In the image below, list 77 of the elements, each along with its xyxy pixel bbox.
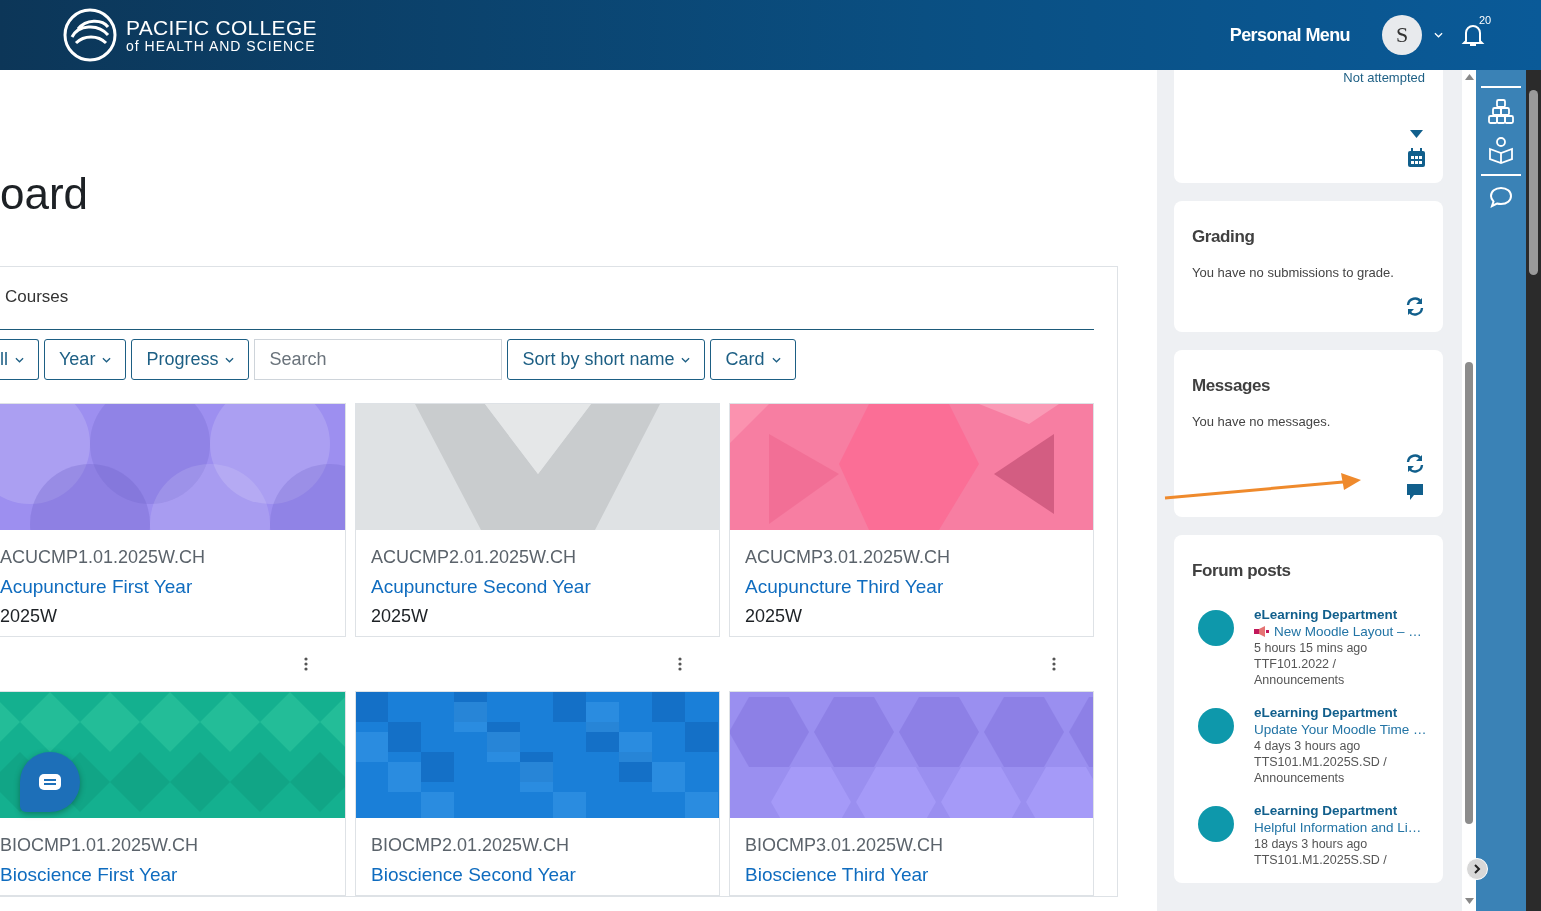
personal-menu-link[interactable]: Personal Menu: [1229, 24, 1350, 46]
block-title: Forum posts: [1192, 561, 1292, 581]
megaphone-icon: [1254, 626, 1270, 637]
course-term: 2025W: [0, 606, 59, 627]
message-icon[interactable]: [1406, 483, 1424, 501]
course-code: BIOCMP2.01.2025W.CH: [371, 835, 571, 856]
block-title: Messages: [1192, 376, 1272, 396]
course-name: TTF101.2022 /: [1254, 657, 1337, 671]
filter-dropdown[interactable]: Card: [710, 339, 796, 380]
reader-icon[interactable]: [1487, 136, 1515, 164]
caret-icon: [1434, 32, 1443, 38]
course-link[interactable]: Acupuncture Third Year: [745, 576, 1078, 598]
course-code: ACUCMP2.01.2025W.CH: [371, 547, 578, 568]
notification-count: 20: [1479, 14, 1492, 26]
logo-icon[interactable]: [62, 7, 118, 63]
scrollbar-thumb[interactable]: [1465, 362, 1473, 824]
post-time: 18 days 3 hours ago: [1254, 837, 1369, 851]
scrollbar-thumb[interactable]: [1529, 90, 1538, 275]
block-title: Grading: [1192, 227, 1256, 247]
course-link[interactable]: Bioscience Second Year: [371, 864, 704, 886]
post-time: 5 hours 15 mins ago: [1254, 641, 1369, 655]
panel-title: Courses: [0, 287, 1094, 330]
author-link[interactable]: eLearning Department: [1254, 803, 1424, 818]
more-icon[interactable]: [1052, 657, 1056, 671]
course-term: 2025W: [371, 606, 430, 627]
course-code: ACUCMP1.01.2025W.CH: [0, 547, 207, 568]
forum-name: Announcements: [1254, 771, 1346, 785]
status-text: Not attempted: [1343, 70, 1425, 85]
caret-icon: [15, 356, 24, 363]
block-text: You have no submissions to grade.: [1192, 265, 1395, 280]
course-link[interactable]: Acupuncture Second Year: [371, 576, 704, 598]
filter-dropdown[interactable]: ll: [0, 339, 39, 380]
author-link[interactable]: eLearning Department: [1254, 705, 1424, 720]
course-term: 2025W: [745, 606, 804, 627]
caret-icon[interactable]: [1410, 130, 1423, 138]
message-icon: [38, 773, 62, 791]
caret-icon: [681, 356, 691, 363]
search-field[interactable]: Search: [254, 339, 503, 380]
page-title: oard: [0, 168, 90, 220]
course-link[interactable]: Bioscience First Year: [0, 864, 330, 886]
block-text: You have no messages.: [1192, 414, 1332, 429]
post-time: 4 days 3 hours ago: [1254, 739, 1362, 753]
filter-dropdown[interactable]: Year: [44, 339, 127, 380]
avatar: [1198, 610, 1234, 646]
course-code: ACUCMP3.01.2025W.CH: [745, 547, 952, 568]
chat-icon[interactable]: [1489, 186, 1513, 208]
caret-icon: [771, 356, 781, 363]
course-name: TTS101.M1.2025S.SD /: [1254, 853, 1388, 867]
forum-name: Announcements: [1254, 673, 1346, 687]
avatar: [1198, 806, 1234, 842]
more-icon[interactable]: [304, 657, 308, 671]
refresh-icon[interactable]: [1405, 454, 1425, 473]
calendar-icon[interactable]: [1408, 148, 1425, 167]
more-icon[interactable]: [678, 657, 682, 671]
scroll-up-icon[interactable]: [1465, 74, 1474, 80]
avatar: [1198, 708, 1234, 744]
filter-dropdown[interactable]: Sort by short name: [507, 339, 706, 380]
chevron-icon: [1473, 864, 1481, 874]
course-code: BIOCMP1.01.2025W.CH: [0, 835, 200, 856]
refresh-icon[interactable]: [1405, 297, 1425, 316]
course-link[interactable]: Acupuncture First Year: [0, 576, 330, 598]
course-code: BIOCMP3.01.2025W.CH: [745, 835, 945, 856]
user-avatar[interactable]: S: [1382, 15, 1422, 55]
post-link[interactable]: Helpful Information and Li…: [1254, 820, 1424, 835]
caret-icon: [225, 356, 235, 363]
bell-icon[interactable]: [1461, 22, 1485, 48]
post-link[interactable]: New Moodle Layout – …: [1254, 624, 1424, 639]
blocks-icon[interactable]: [1487, 98, 1515, 126]
author-link[interactable]: eLearning Department: [1254, 607, 1424, 622]
filter-dropdown[interactable]: Progress: [131, 339, 250, 380]
caret-icon: [102, 356, 112, 363]
scroll-down-icon[interactable]: [1465, 898, 1474, 904]
logo-subtitle: of HEALTH AND SCIENCE: [126, 38, 317, 54]
course-link[interactable]: Bioscience Third Year: [745, 864, 1078, 886]
logo-title: PACIFIC COLLEGE: [126, 16, 317, 39]
course-name: TTS101.M1.2025S.SD /: [1254, 755, 1388, 769]
post-link[interactable]: Update Your Moodle Time …: [1254, 722, 1424, 737]
